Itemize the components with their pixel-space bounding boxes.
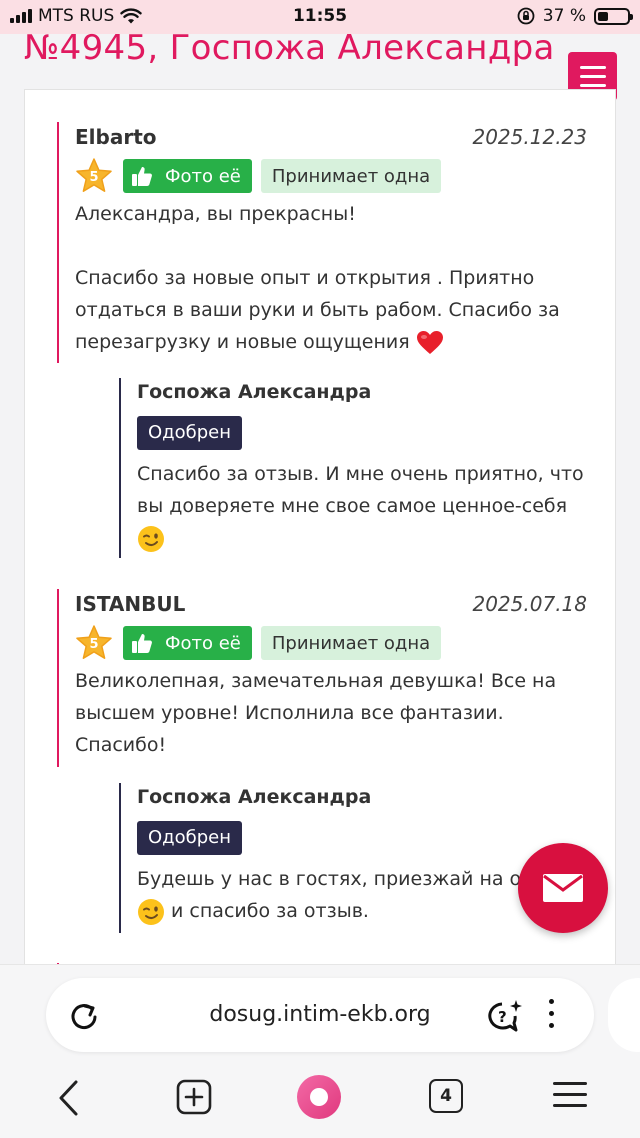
rating-star-icon: 5 [75,157,113,195]
new-tab-button[interactable] [176,1079,212,1119]
battery-icon [594,7,633,25]
wink-emoji-icon [138,898,164,925]
rating-value: 5 [89,170,99,185]
photo-button[interactable]: Фото её [123,159,252,193]
thumbs-up-icon [132,167,152,186]
browser-menu-button[interactable] [553,1082,587,1115]
browser-toolbar: dosug.intim-ekb.org ? 4 [0,964,640,1138]
photo-button-label: Фото её [165,632,241,654]
wink-emoji-icon [138,525,164,552]
photo-button-label: Фото её [165,165,241,187]
browser-nav: 4 [0,1075,640,1125]
alice-icon [310,1088,328,1106]
reply-item: Госпожа Александра Одобрен Спасибо за от… [119,378,599,558]
mail-button[interactable] [518,843,608,933]
mail-icon [543,874,583,902]
back-icon [59,1080,78,1116]
review-date: 2025.12.23 [472,125,587,149]
rating-star-icon: 5 [75,624,113,662]
review-item: ISTANBUL 2025.07.18 5 Фото её Принимает … [57,589,587,767]
review-author: Elbarto [75,125,157,149]
more-menu-icon[interactable] [549,999,554,1028]
status-badge: Одобрен [137,821,242,855]
back-button[interactable] [56,1079,80,1121]
ai-assistant-icon[interactable]: ? [486,998,524,1034]
heart-emoji-icon [416,330,443,354]
address-bar[interactable]: dosug.intim-ekb.org ? [46,978,594,1052]
review-date: 2025.07.18 [472,592,587,616]
rating-value: 5 [89,637,99,652]
alice-assistant-button[interactable] [297,1075,341,1119]
tabs-button[interactable]: 4 [429,1079,463,1113]
review-item: Elbarto 2025.12.23 5 Фото её Принимает о… [57,122,587,363]
hamburger-icon [579,66,606,69]
hamburger-icon [553,1082,587,1085]
service-tag: Принимает одна [260,159,442,193]
thumbs-up-icon [132,634,152,653]
reply-author: Госпожа Александра [137,786,372,808]
status-badge: Одобрен [137,416,242,450]
side-panel[interactable] [608,978,640,1052]
review-author: ISTANBUL [75,592,186,616]
service-tag: Принимает одна [260,626,442,660]
photo-button[interactable]: Фото её [123,626,252,660]
review-text: Александра, вы прекрасны! Спасибо за нов… [75,198,587,358]
reply-text: Спасибо за отзыв. И мне очень приятно, ч… [137,458,599,554]
orientation-lock-icon [517,7,535,25]
reviews-card: Elbarto 2025.12.23 5 Фото её Принимает о… [24,89,616,993]
page-title: №4945, Госпожа Александра [24,28,555,68]
review-text: Великолепная, замечательная девушка! Все… [75,670,557,756]
plus-square-icon [176,1079,212,1115]
svg-text:?: ? [498,1008,507,1026]
battery-percent: 37 % [542,6,586,26]
reply-author: Госпожа Александра [137,381,372,403]
